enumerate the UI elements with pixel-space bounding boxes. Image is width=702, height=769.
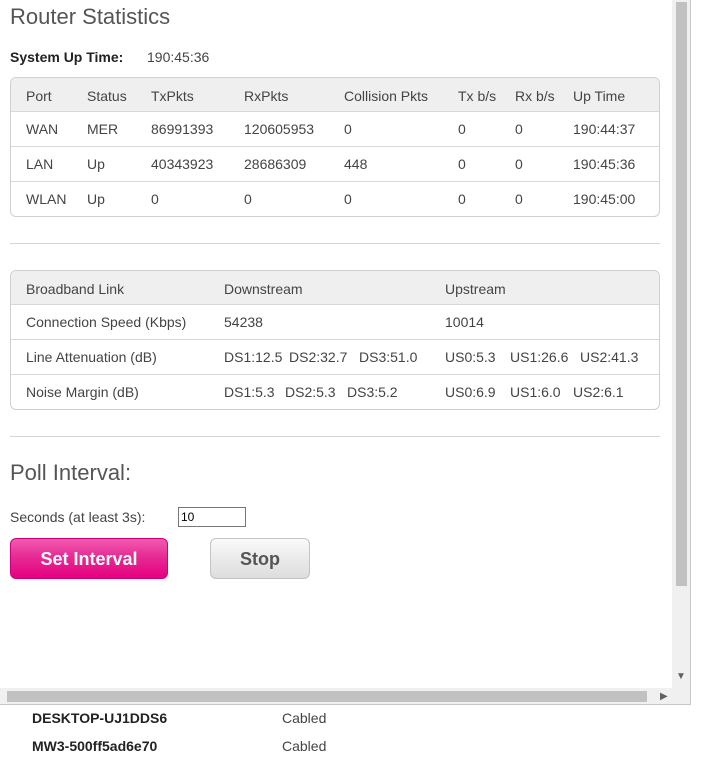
txpkts-cell: 86991393 <box>151 121 214 137</box>
rxpkts-cell: 28686309 <box>244 156 307 172</box>
metric-label: Noise Margin (dB) <box>26 384 139 400</box>
downstream-value: DS2:5.3 <box>285 384 336 400</box>
upstream-value: US1:26.6 <box>510 349 569 365</box>
horizontal-scroll-thumb[interactable] <box>7 691 647 702</box>
table-row: Connection Speed (Kbps) 54238 10014 <box>11 304 659 339</box>
rx-bps-cell: 0 <box>515 191 523 207</box>
port-cell: LAN <box>26 156 54 172</box>
downstream-value: DS3:5.2 <box>347 384 398 400</box>
system-up-time: System Up Time: 190:45:36 <box>10 49 209 65</box>
table-row: LAN Up 40343923 28686309 448 0 0 190:45:… <box>11 146 659 181</box>
port-table-header: Port Status TxPkts RxPkts Collision Pkts… <box>11 78 659 111</box>
collision-cell: 448 <box>344 156 368 172</box>
downstream-value: DS3:51.0 <box>359 349 418 365</box>
upstream-value: US0:5.3 <box>445 349 496 365</box>
downstream-value: DS1:12.5 <box>224 349 283 365</box>
device-connection: Cabled <box>282 710 327 726</box>
table-row: Line Attenuation (dB) DS1:12.5 DS2:32.7 … <box>11 339 659 374</box>
upstream-value: 10014 <box>445 314 484 330</box>
set-interval-button[interactable]: Set Interval <box>10 538 168 579</box>
up-time-cell: 190:45:00 <box>573 191 636 207</box>
status-cell: Up <box>87 156 105 172</box>
txpkts-cell: 0 <box>151 191 159 207</box>
col-collision-pkts: Collision Pkts <box>344 88 429 104</box>
seconds-input[interactable] <box>178 507 246 527</box>
vertical-scrollbar[interactable]: ▼ <box>672 0 690 688</box>
rxpkts-cell: 120605953 <box>244 121 315 137</box>
scroll-down-arrow-icon[interactable]: ▼ <box>676 672 686 682</box>
stop-button[interactable]: Stop <box>210 538 310 579</box>
upstream-value: US1:6.0 <box>510 384 561 400</box>
col-port: Port <box>26 88 52 104</box>
status-cell: MER <box>87 121 119 137</box>
collision-cell: 0 <box>344 191 352 207</box>
broadband-table-header: Broadband Link Downstream Upstream <box>11 271 659 304</box>
horizontal-scrollbar[interactable]: ▶ <box>0 688 690 704</box>
table-row: Noise Margin (dB) DS1:5.3 DS2:5.3 DS3:5.… <box>11 374 659 409</box>
tx-bps-cell: 0 <box>458 191 466 207</box>
downstream-value: 54238 <box>224 314 263 330</box>
system-up-time-value: 190:45:36 <box>147 49 210 65</box>
col-broadband-link: Broadband Link <box>26 281 125 297</box>
device-connection: Cabled <box>282 738 327 754</box>
up-time-cell: 190:45:36 <box>573 156 636 172</box>
poll-interval-title: Poll Interval: <box>10 460 132 485</box>
col-rx-bps: Rx b/s <box>515 88 555 104</box>
rx-bps-cell: 0 <box>515 156 523 172</box>
col-tx-bps: Tx b/s <box>458 88 497 104</box>
table-row: WAN MER 86991393 120605953 0 0 0 190:44:… <box>11 111 659 146</box>
col-rxpkts: RxPkts <box>244 88 289 104</box>
section-divider <box>10 243 660 244</box>
port-cell: WAN <box>26 121 59 137</box>
system-up-time-label: System Up Time: <box>10 49 124 65</box>
upstream-value: US0:6.9 <box>445 384 496 400</box>
txpkts-cell: 40343923 <box>151 156 214 172</box>
table-row: WLAN Up 0 0 0 0 0 190:45:00 <box>11 181 659 216</box>
status-cell: Up <box>87 191 105 207</box>
statistics-frame: Router Statistics System Up Time: 190:45… <box>0 0 691 705</box>
metric-label: Line Attenuation (dB) <box>26 349 157 365</box>
upstream-value: US2:6.1 <box>573 384 624 400</box>
device-name: MW3-500ff5ad6e70 <box>32 738 158 754</box>
collision-cell: 0 <box>344 121 352 137</box>
port-cell: WLAN <box>26 191 67 207</box>
metric-label: Connection Speed (Kbps) <box>26 314 187 330</box>
broadband-link-table: Broadband Link Downstream Upstream Conne… <box>10 270 660 410</box>
scroll-right-arrow-icon[interactable]: ▶ <box>660 689 668 704</box>
up-time-cell: 190:44:37 <box>573 121 636 137</box>
vertical-scroll-thumb[interactable] <box>676 2 687 586</box>
col-status: Status <box>87 88 127 104</box>
col-upstream: Upstream <box>445 281 506 297</box>
port-statistics-table: Port Status TxPkts RxPkts Collision Pkts… <box>10 77 660 217</box>
device-name: DESKTOP-UJ1DDS6 <box>32 710 168 726</box>
downstream-value: DS1:5.3 <box>224 384 275 400</box>
upstream-value: US2:41.3 <box>580 349 639 365</box>
col-txpkts: TxPkts <box>151 88 194 104</box>
tx-bps-cell: 0 <box>458 156 466 172</box>
rxpkts-cell: 0 <box>244 191 252 207</box>
downstream-value: DS2:32.7 <box>289 349 348 365</box>
col-downstream: Downstream <box>224 281 303 297</box>
col-up-time: Up Time <box>573 88 626 104</box>
section-divider <box>10 436 660 437</box>
rx-bps-cell: 0 <box>515 121 523 137</box>
tx-bps-cell: 0 <box>458 121 466 137</box>
seconds-label: Seconds (at least 3s): <box>10 509 146 525</box>
page-title: Router Statistics <box>10 4 171 29</box>
